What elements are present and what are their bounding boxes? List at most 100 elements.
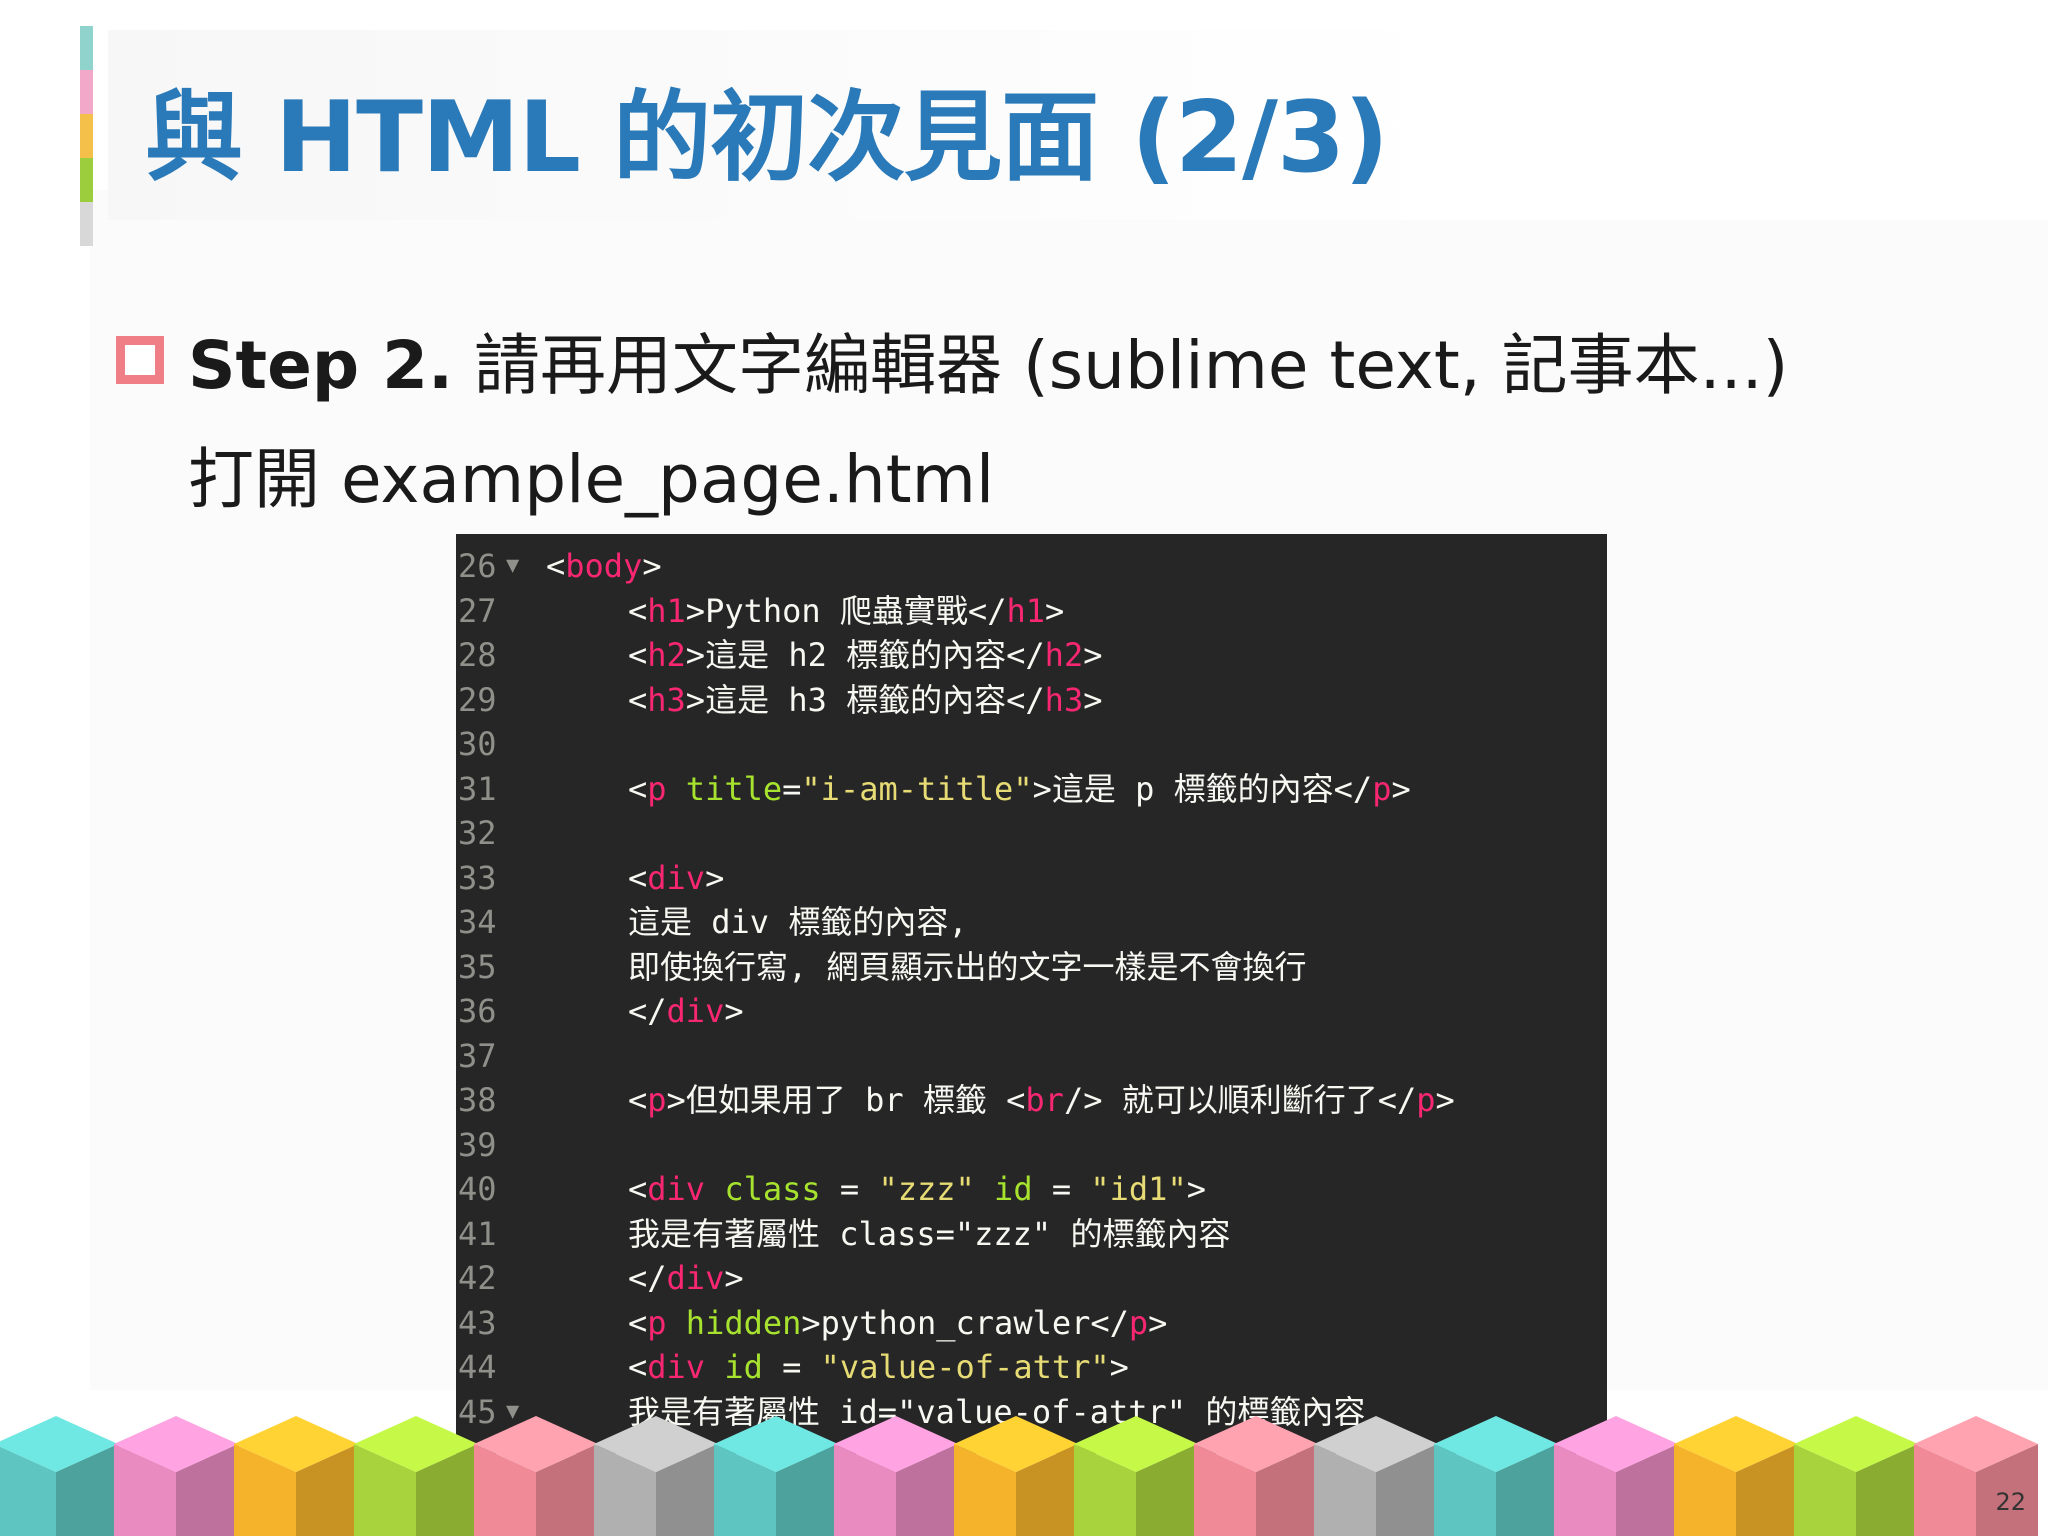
footer-cube xyxy=(954,1416,1078,1536)
code-line: 31 <p title="i-am-title">這是 p 標籤的內容</p> xyxy=(456,767,1607,811)
code-token-tag: body xyxy=(565,547,643,585)
code-token-tag: div xyxy=(647,1170,706,1208)
code-token-str: "zzz" xyxy=(878,1170,975,1208)
line-number: 30 xyxy=(458,725,497,763)
code-token-p: >這是 h3 標籤的內容</ xyxy=(685,680,1045,719)
accent-stripe-segment xyxy=(80,202,93,246)
fold-arrow-icon[interactable]: ▼ xyxy=(506,544,519,588)
code-line: 44 <div id = "value-of-attr"> xyxy=(456,1345,1607,1389)
line-number: 36 xyxy=(458,992,497,1030)
footer-cube xyxy=(114,1416,238,1536)
code-text: <h3>這是 h3 標籤的內容</h3> xyxy=(628,678,1102,722)
code-token-tag: h1 xyxy=(647,591,686,630)
footer-cube xyxy=(834,1416,958,1536)
code-token-p: >這是 h2 標籤的內容</ xyxy=(685,636,1045,674)
code-token-attr: id xyxy=(724,1348,763,1386)
code-token-p: > xyxy=(1435,1081,1455,1119)
code-text: 即使換行寫, 網頁顯示出的文字一樣是不會換行 xyxy=(628,945,1307,989)
code-token-attr: class xyxy=(724,1170,821,1208)
accent-stripe-segment xyxy=(80,26,93,70)
code-line: 43 <p hidden>python_crawler</p> xyxy=(456,1301,1607,1345)
code-token-p xyxy=(667,770,686,808)
code-token-tag: br xyxy=(1025,1081,1064,1119)
footer-cube xyxy=(714,1416,838,1536)
line-number: 37 xyxy=(458,1036,497,1075)
code-token-str: "i-am-title" xyxy=(801,769,1033,808)
code-token-tag: div xyxy=(647,1348,706,1386)
code-token-p: > xyxy=(1045,591,1065,630)
code-token-p: > xyxy=(1083,636,1103,674)
footer-cube xyxy=(0,1416,118,1536)
line-number: 29 xyxy=(458,680,497,719)
accent-stripe-segment xyxy=(80,114,93,158)
code-token-p: 我是有著屬性 class="zzz" 的標籤內容 xyxy=(628,1214,1231,1253)
line-number: 41 xyxy=(458,1214,497,1253)
code-token-p: = xyxy=(782,769,802,808)
code-line: 27 <h1>Python 爬蟲實戰</h1> xyxy=(456,589,1607,633)
code-token-p: </ xyxy=(628,1259,667,1297)
code-text: <div> xyxy=(628,856,724,900)
code-token-p xyxy=(705,1348,724,1386)
step-label: Step 2. xyxy=(188,327,454,404)
code-text: <div id = "value-of-attr"> xyxy=(628,1345,1129,1389)
code-line: 38 <p>但如果用了 br 標籤 <br/> 就可以順利斷行了</p> xyxy=(456,1078,1607,1122)
code-token-p: < xyxy=(628,1170,648,1208)
code-token-p: 即使換行寫, 網頁顯示出的文字一樣是不會換行 xyxy=(628,947,1307,986)
code-token-p: < xyxy=(628,769,648,808)
footer-cube xyxy=(234,1416,358,1536)
footer-cube xyxy=(1794,1416,1918,1536)
code-token-tag: p xyxy=(647,769,667,808)
line-number: 33 xyxy=(458,858,497,897)
line-number: 38 xyxy=(458,1081,497,1119)
code-line: 39 xyxy=(456,1123,1607,1167)
code-token-p: < xyxy=(628,636,648,674)
code-token-p: < xyxy=(628,858,648,897)
code-text: </div> xyxy=(628,989,744,1033)
footer-cube xyxy=(1074,1416,1198,1536)
line-number: 42 xyxy=(458,1259,497,1297)
code-token-p: < xyxy=(628,680,648,719)
footer-cube xyxy=(1674,1416,1798,1536)
code-text: 我是有著屬性 class="zzz" 的標籤內容 xyxy=(628,1212,1230,1256)
footer-cube xyxy=(1434,1416,1558,1536)
line-number: 28 xyxy=(458,636,497,674)
code-token-p: < xyxy=(546,547,566,585)
line-number: 34 xyxy=(458,903,497,941)
line-number: 44 xyxy=(458,1348,497,1386)
line-number: 35 xyxy=(458,947,497,986)
code-text: <p title="i-am-title">這是 p 標籤的內容</p> xyxy=(628,767,1411,811)
bullet-line-2: 打開 example_page.html xyxy=(188,441,995,518)
footer-cube xyxy=(1554,1416,1678,1536)
code-token-tag: div xyxy=(647,858,706,897)
code-token-p: > xyxy=(705,858,725,897)
code-token-tag: p xyxy=(1372,769,1392,808)
code-text: <p hidden>python_crawler</p> xyxy=(628,1301,1167,1345)
footer-cube xyxy=(354,1416,478,1536)
code-token-p: < xyxy=(628,1348,648,1386)
code-text: <body> xyxy=(546,544,662,588)
code-token-p: < xyxy=(628,591,648,630)
line-number: 32 xyxy=(458,814,497,852)
code-editor-screenshot: 26 ▼ <body> 27 <h1>Python 爬蟲實戰</h1> 28 <h2>這是 … xyxy=(456,534,1607,1454)
accent-stripe-segment xyxy=(80,70,93,114)
code-token-tag: p xyxy=(1128,1303,1149,1342)
code-token-tag: h2 xyxy=(647,636,686,674)
code-line: 36 </div> xyxy=(456,989,1607,1033)
code-token-p: = xyxy=(820,1170,879,1208)
line-number: 39 xyxy=(458,1125,497,1164)
code-token-p: > xyxy=(1186,1170,1206,1208)
code-line: 32 xyxy=(456,811,1607,855)
code-line: 34 這是 div 標籤的內容, xyxy=(456,900,1607,944)
code-token-p: 這是 div 標籤的內容, xyxy=(628,903,968,941)
code-line: 41 我是有著屬性 class="zzz" 的標籤內容 xyxy=(456,1212,1607,1256)
code-token-p: = xyxy=(762,1348,821,1386)
code-token-p xyxy=(705,1170,724,1208)
code-token-tag: p xyxy=(1416,1081,1436,1119)
code-token-p: >這是 p 標籤的內容</ xyxy=(1032,769,1373,808)
footer-cube xyxy=(594,1416,718,1536)
code-token-str: "id1" xyxy=(1090,1170,1187,1208)
code-token-tag: h1 xyxy=(1006,591,1045,630)
code-token-p: = xyxy=(1032,1170,1091,1208)
line-number: 27 xyxy=(458,591,497,630)
code-token-p: > xyxy=(724,992,744,1030)
